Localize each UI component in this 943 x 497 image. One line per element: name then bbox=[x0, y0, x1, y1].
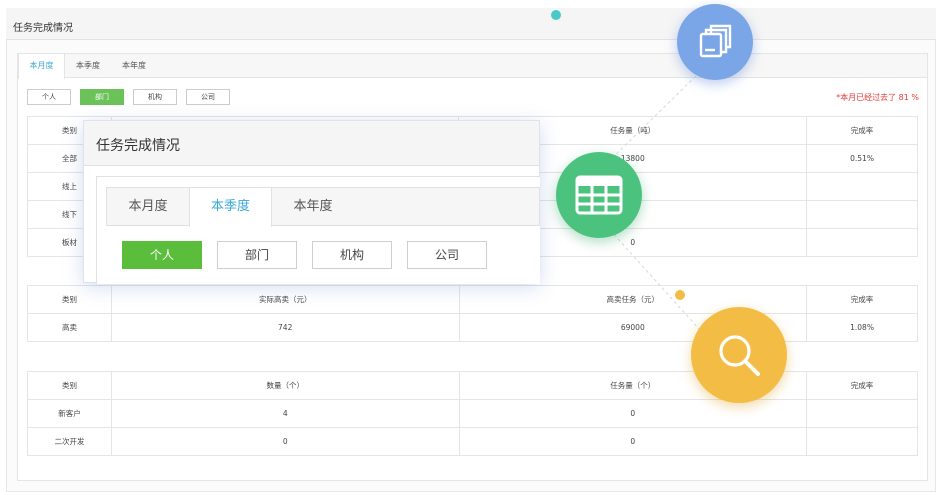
popup-button-institution[interactable]: 机构 bbox=[312, 241, 392, 269]
popup-tab-quarter[interactable]: 本季度 bbox=[189, 188, 272, 227]
popup-title: 任务完成情况 bbox=[84, 121, 539, 166]
table-icon-circle bbox=[556, 152, 642, 238]
popup-button-department[interactable]: 部门 bbox=[217, 241, 297, 269]
popup-tab-month[interactable]: 本月度 bbox=[107, 188, 189, 226]
accent-dot bbox=[551, 10, 561, 20]
copy-icon bbox=[699, 24, 732, 58]
popup-period-tabs: 本月度 本季度 本年度 bbox=[106, 187, 540, 227]
table-icon bbox=[575, 175, 623, 215]
popup-tab-year[interactable]: 本年度 bbox=[272, 188, 354, 226]
search-icon bbox=[719, 335, 760, 376]
accent-dot bbox=[675, 290, 685, 300]
popup-button-company[interactable]: 公司 bbox=[407, 241, 487, 269]
zoom-popup: 任务完成情况 本月度 本季度 本年度 个人 部门 机构 公司 bbox=[83, 120, 540, 284]
search-icon-circle bbox=[691, 307, 787, 403]
popup-button-personal[interactable]: 个人 bbox=[122, 241, 202, 269]
copy-icon-circle bbox=[677, 4, 753, 80]
